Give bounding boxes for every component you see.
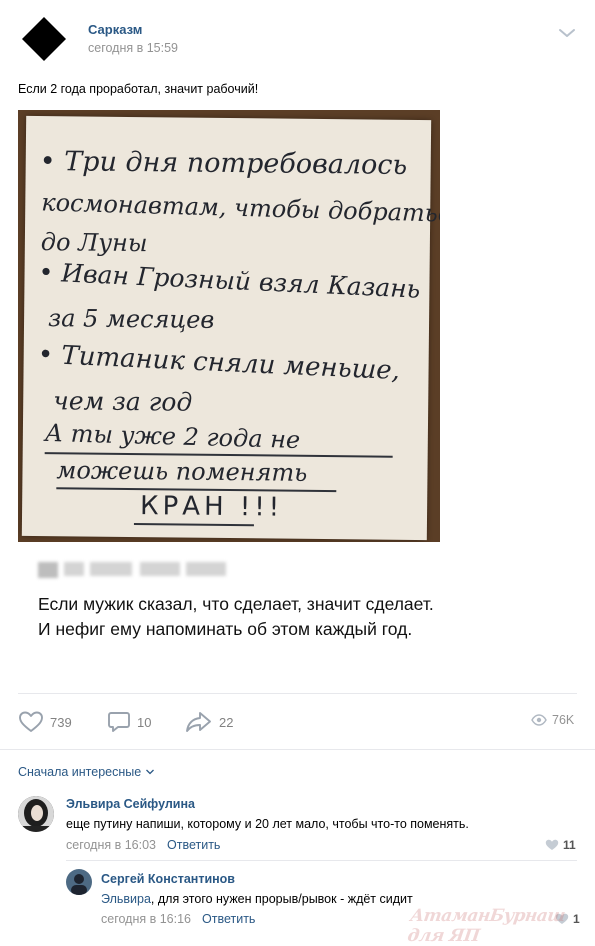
comment-text: Эльвира, для этого нужен прорыв/рывок - …: [101, 892, 413, 906]
note-line: • Титаник сняли меньше,: [37, 339, 401, 387]
group-avatar[interactable]: [21, 16, 67, 62]
divider: [66, 860, 577, 861]
note-line: • Три дня потребовалось: [39, 146, 408, 181]
sort-label: Сначала интересные: [18, 765, 142, 779]
reply-button[interactable]: Ответить: [167, 838, 220, 852]
repost-caption: Если мужик сказал, что сделает, значит с…: [38, 594, 434, 639]
comment-author-link[interactable]: Сергей Константинов: [101, 872, 235, 886]
note-line: до Луны: [40, 228, 148, 258]
note-line: можешь поменять: [56, 456, 308, 487]
note-line: космонавтам, чтобы добраться: [40, 188, 440, 229]
comment-icon: [108, 712, 130, 732]
divider: [18, 693, 577, 694]
heart-icon: [545, 839, 559, 850]
comment-like-button[interactable]: 11: [545, 838, 576, 852]
handwritten-note: • Три дня потребовалось космонавтам, что…: [21, 115, 440, 541]
post-text: Если 2 года проработал, значит рабочий!: [18, 82, 259, 96]
comment-meta: сегодня в 16:16 Ответить: [101, 912, 255, 926]
note-line: чем за год: [53, 386, 193, 417]
views-counter: 76K: [531, 713, 574, 727]
note-line: за 5 месяцев: [47, 304, 215, 334]
comment-author-link[interactable]: Эльвира Сейфулина: [66, 797, 195, 811]
post-author-link[interactable]: Сарказм: [88, 22, 142, 37]
chevron-down-icon: [146, 769, 155, 775]
note-line: • Иван Грозный взял Казань: [38, 257, 421, 304]
comment-count: 10: [137, 714, 152, 730]
like-count: 739: [50, 714, 72, 730]
chevron-down-icon[interactable]: [558, 26, 576, 38]
eye-icon: [531, 714, 547, 726]
views-count: 76K: [552, 713, 575, 727]
share-count: 22: [219, 714, 234, 730]
reply-button[interactable]: Ответить: [202, 912, 255, 926]
note-underline: [133, 523, 254, 527]
comment-button[interactable]: 10: [107, 710, 151, 734]
post-photo[interactable]: • Три дня потребовалось космонавтам, что…: [18, 110, 440, 542]
comment-text: еще путину напиши, которому и 20 лет мал…: [66, 817, 469, 831]
note-line: А ты уже 2 года не: [44, 418, 301, 455]
commenter-avatar[interactable]: [66, 869, 92, 895]
heart-icon: [19, 711, 43, 732]
comment-text-body: , для этого нужен прорыв/рывок - ждёт си…: [150, 892, 413, 906]
post-timestamp[interactable]: сегодня в 15:59: [88, 41, 178, 55]
divider: [0, 749, 595, 750]
comment-meta: сегодня в 16:03 Ответить: [66, 838, 220, 852]
like-button[interactable]: 739: [18, 710, 72, 734]
comments-sort-dropdown[interactable]: Сначала интересные: [18, 765, 155, 779]
reply-mention-link[interactable]: Эльвира: [101, 892, 151, 906]
share-button[interactable]: 22: [185, 710, 233, 734]
comment-timestamp[interactable]: сегодня в 16:03: [66, 838, 156, 852]
watermark: АтаманБурнаш для ЯП: [406, 906, 567, 946]
share-arrow-icon: [186, 712, 211, 732]
note-line: КРАН !!!: [139, 491, 284, 523]
comment-timestamp[interactable]: сегодня в 16:16: [101, 912, 191, 926]
commenter-avatar[interactable]: [18, 796, 54, 832]
comment-like-count: 11: [563, 838, 576, 852]
